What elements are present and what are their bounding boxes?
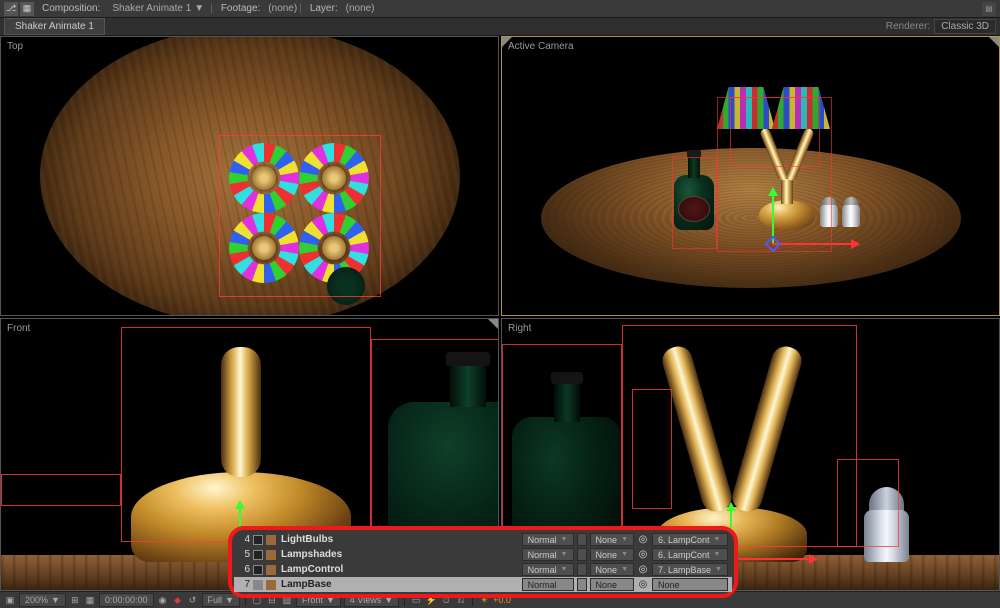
selection-bounds xyxy=(837,459,899,547)
layer-toggle[interactable] xyxy=(253,535,263,545)
layer-toggle[interactable] xyxy=(253,580,263,590)
parent-dropdown[interactable]: 6. LampCont▼ xyxy=(652,548,728,561)
tab-shaker-animate[interactable]: Shaker Animate 1 xyxy=(4,18,105,35)
blend-mode-dropdown[interactable]: Normal▼ xyxy=(522,533,574,546)
layer-row[interactable]: 6 LampControl Normal▼ None▼ ◎ 7. LampBas… xyxy=(234,562,732,577)
viewport-grid: Top Active Camera Front xyxy=(0,36,1000,591)
view-corner-icon[interactable] xyxy=(488,319,498,329)
viewport-label: Front xyxy=(7,323,30,334)
parent-dropdown[interactable]: 7. LampBase▼ xyxy=(652,563,728,576)
view-corner-icon[interactable] xyxy=(989,37,999,47)
layer-index: 4 xyxy=(238,534,250,545)
transparency-grid-icon[interactable]: ▦ xyxy=(84,594,96,606)
region-of-interest-icon[interactable]: ▣ xyxy=(4,594,16,606)
composition-dropdown[interactable]: Shaker Animate 1 ▼ xyxy=(108,3,208,14)
layer-name: Lampshades xyxy=(279,549,519,560)
layer-toggle[interactable] xyxy=(253,565,263,575)
viewport-label: Active Camera xyxy=(508,41,574,52)
footage-value: (none) xyxy=(268,3,297,14)
parent-pickwhip-icon[interactable]: ◎ xyxy=(637,564,649,575)
selection-bounds xyxy=(1,474,121,506)
parent-pickwhip-icon[interactable]: ◎ xyxy=(637,549,649,560)
composition-icon[interactable]: ▦ xyxy=(20,2,34,16)
composition-panel-header: ⎇ ▦ Composition: Shaker Animate 1 ▼ | Fo… xyxy=(0,0,1000,18)
viewport-label: Top xyxy=(7,41,23,52)
resolution-icon[interactable]: ⊞ xyxy=(69,594,81,606)
pepper-shaker xyxy=(842,197,860,227)
track-matte-dropdown[interactable]: None▼ xyxy=(590,548,634,561)
layer-color-swatch[interactable] xyxy=(266,580,276,590)
viewport-active-camera[interactable]: Active Camera xyxy=(501,36,1000,316)
layer-color-swatch[interactable] xyxy=(266,535,276,545)
layer-name: LampControl xyxy=(279,564,519,575)
track-matte-toggle[interactable] xyxy=(577,548,587,561)
selection-bounds xyxy=(632,389,672,509)
viewport-top[interactable]: Top xyxy=(0,36,499,316)
blend-mode-dropdown[interactable]: Normal▼ xyxy=(522,548,574,561)
layer-color-swatch[interactable] xyxy=(266,565,276,575)
track-matte-toggle[interactable] xyxy=(577,563,587,576)
reset-exposure-icon[interactable]: ↺ xyxy=(187,594,199,606)
track-matte-toggle[interactable] xyxy=(577,533,587,546)
zoom-dropdown[interactable]: 200%▼ xyxy=(19,593,66,607)
renderer-label: Renderer: xyxy=(886,21,930,32)
layer-index: 6 xyxy=(238,564,250,575)
selection-bounds xyxy=(672,157,717,249)
project-flow-icon[interactable]: ⎇ xyxy=(4,2,18,16)
layer-label: Layer: xyxy=(304,3,344,14)
show-channel-icon[interactable]: ◆ xyxy=(172,594,184,606)
panel-menu-button[interactable]: ▤ xyxy=(982,2,996,16)
track-matte-dropdown[interactable]: None▼ xyxy=(590,533,634,546)
viewport-label: Right xyxy=(508,323,531,334)
track-matte-toggle[interactable] xyxy=(577,578,587,591)
layer-index: 7 xyxy=(238,579,250,590)
blend-mode-dropdown[interactable]: Normal▼ xyxy=(522,578,574,591)
parent-pickwhip-icon[interactable]: ◎ xyxy=(637,534,649,545)
layer-toggle[interactable] xyxy=(253,550,263,560)
layer-panel: 4 LightBulbs Normal▼ None▼ ◎ 6. LampCont… xyxy=(228,526,738,598)
snapshot-icon[interactable]: ◉ xyxy=(157,594,169,606)
layer-color-swatch[interactable] xyxy=(266,550,276,560)
layer-name: LightBulbs xyxy=(279,534,519,545)
selection-bounds xyxy=(219,135,381,297)
layer-name: LampBase xyxy=(279,579,519,590)
selection-bounds xyxy=(121,327,371,542)
layer-value: (none) xyxy=(346,3,375,14)
selection-bounds xyxy=(730,97,820,167)
layer-row[interactable]: 7 LampBase Normal▼ None▼ ◎ None▼ xyxy=(234,577,732,592)
parent-pickwhip-icon[interactable]: ◎ xyxy=(637,579,649,590)
layer-index: 5 xyxy=(238,549,250,560)
view-corner-icon[interactable] xyxy=(502,37,512,47)
parent-dropdown[interactable]: 6. LampCont▼ xyxy=(652,533,728,546)
layer-row[interactable]: 5 Lampshades Normal▼ None▼ ◎ 6. LampCont… xyxy=(234,547,732,562)
renderer-indicator: Renderer: Classic 3D xyxy=(886,19,996,34)
composition-name: Shaker Animate 1 xyxy=(112,3,191,14)
renderer-value[interactable]: Classic 3D xyxy=(934,19,996,34)
selection-bounds xyxy=(502,344,622,544)
track-matte-dropdown[interactable]: None▼ xyxy=(590,578,634,591)
blend-mode-dropdown[interactable]: Normal▼ xyxy=(522,563,574,576)
layer-row[interactable]: 4 LightBulbs Normal▼ None▼ ◎ 6. LampCont… xyxy=(234,532,732,547)
parent-dropdown[interactable]: None▼ xyxy=(652,578,728,591)
selection-bounds xyxy=(371,339,499,544)
timecode-display[interactable]: 0:00:00:00 xyxy=(99,593,154,607)
composition-label: Composition: xyxy=(36,3,106,14)
footage-label: Footage: xyxy=(215,3,266,14)
composition-tab-bar: Shaker Animate 1 Renderer: Classic 3D xyxy=(0,18,1000,36)
track-matte-dropdown[interactable]: None▼ xyxy=(590,563,634,576)
chevron-down-icon: ▼ xyxy=(194,3,204,14)
